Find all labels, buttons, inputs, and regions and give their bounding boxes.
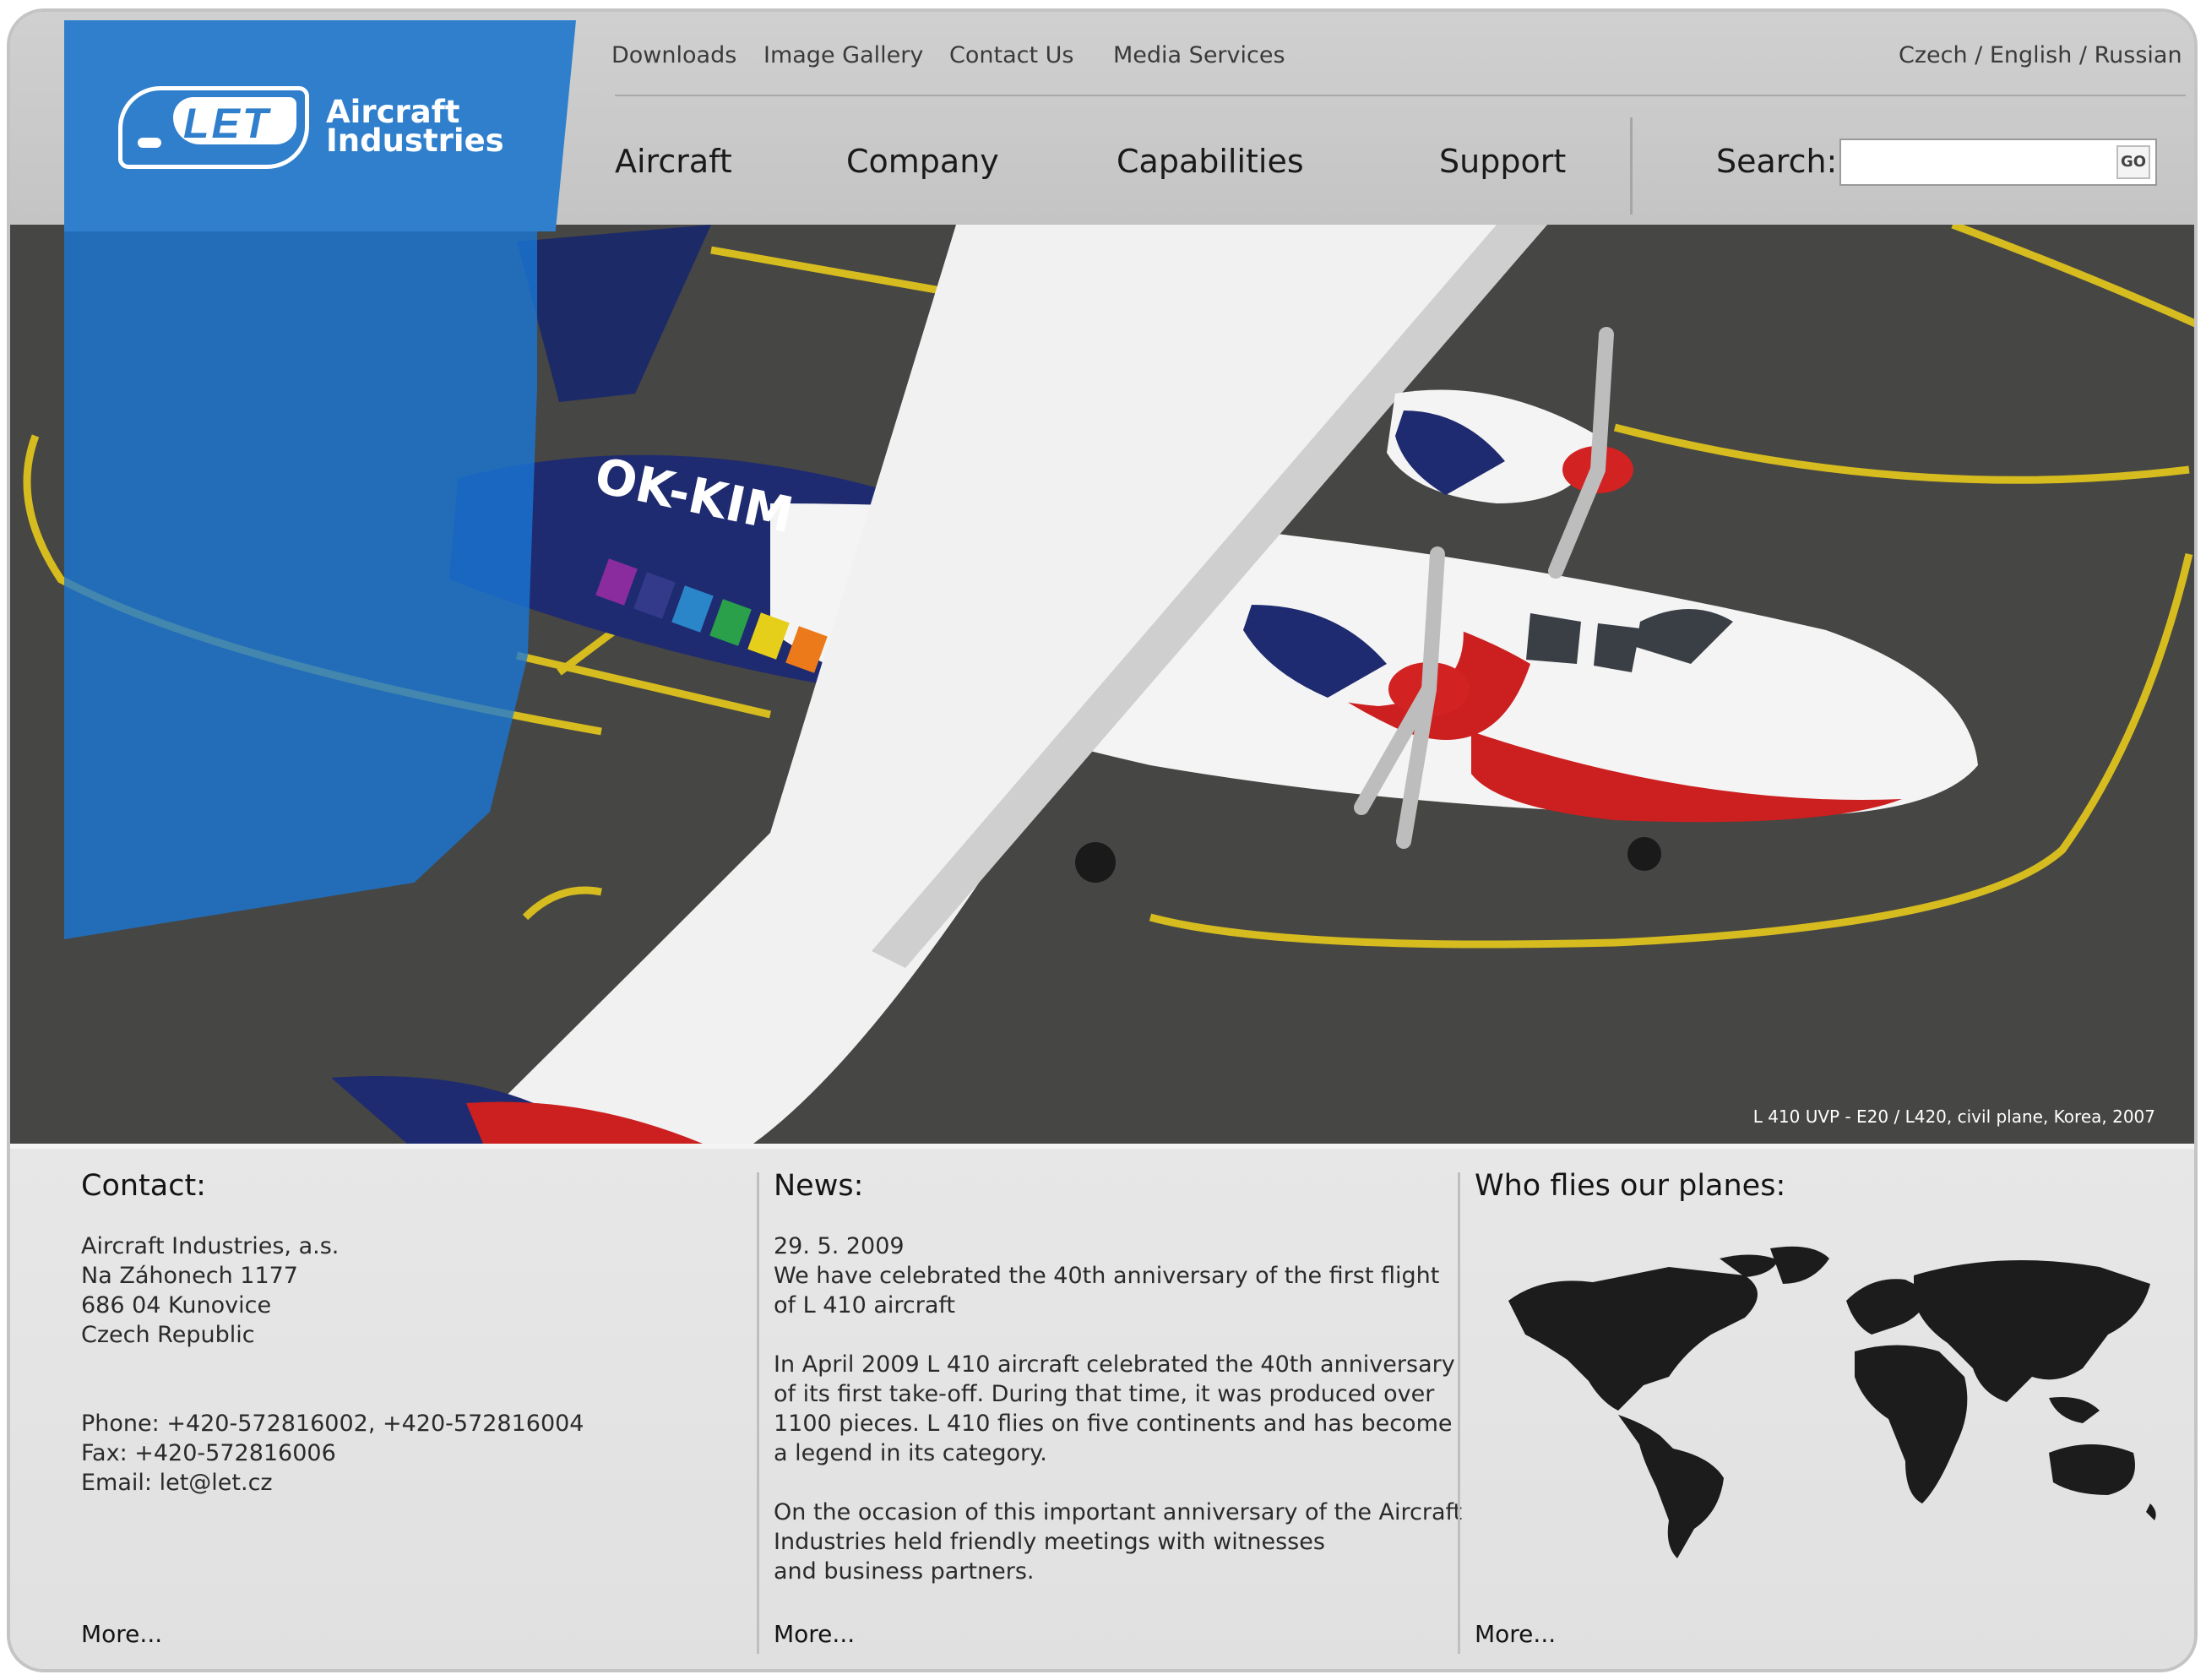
search-box: GO bbox=[1839, 139, 2157, 186]
nav-divider bbox=[1630, 117, 1633, 215]
customers-title: Who flies our planes: bbox=[1475, 1169, 1786, 1203]
news-body-line-7: and business partners. bbox=[774, 1558, 1035, 1585]
news-title: News: bbox=[774, 1169, 864, 1203]
contact-fax: Fax: +420-572816006 bbox=[81, 1440, 336, 1466]
logo-wordmark[interactable]: Aircraft Industries bbox=[326, 96, 504, 159]
customers-column: Who flies our planes: More... bbox=[1475, 1149, 2184, 1669]
downloads-link[interactable]: Downloads bbox=[611, 42, 736, 68]
news-column: News: 29. 5. 2009 We have celebrated the… bbox=[774, 1149, 1462, 1669]
logo-mark-text: LET bbox=[183, 100, 271, 147]
world-map-icon[interactable] bbox=[1491, 1242, 2167, 1563]
news-body-line-4: a legend in its category. bbox=[774, 1440, 1047, 1466]
news-date: 29. 5. 2009 bbox=[774, 1233, 905, 1259]
customers-more-link[interactable]: More... bbox=[1475, 1620, 1556, 1648]
nav-company[interactable]: Company bbox=[846, 143, 999, 180]
nav-capabilities[interactable]: Capabilities bbox=[1117, 143, 1304, 180]
contact-street: Na Záhonech 1177 bbox=[81, 1263, 298, 1289]
footer-section: Contact: Aircraft Industries, a.s. Na Zá… bbox=[10, 1149, 2194, 1669]
contact-us-link[interactable]: Contact Us bbox=[949, 42, 1073, 68]
let-logo-icon[interactable]: LET bbox=[118, 86, 309, 169]
logo-panel-overlay bbox=[64, 231, 537, 939]
news-headline-line-1[interactable]: We have celebrated the 40th anniversary … bbox=[774, 1261, 1439, 1291]
column-divider bbox=[1458, 1172, 1460, 1654]
search-input[interactable] bbox=[1846, 145, 2111, 181]
contact-country: Czech Republic bbox=[81, 1322, 255, 1348]
column-divider bbox=[757, 1172, 759, 1654]
language-switcher[interactable]: Czech / English / Russian bbox=[1899, 42, 2182, 68]
contact-email[interactable]: Email: let@let.cz bbox=[81, 1468, 273, 1498]
news-more-link[interactable]: More... bbox=[774, 1620, 855, 1648]
nav-support[interactable]: Support bbox=[1439, 143, 1566, 180]
contact-phone: Phone: +420-572816002, +420-572816004 bbox=[81, 1411, 584, 1437]
page-frame: Downloads Image Gallery Contact Us Media… bbox=[7, 8, 2198, 1672]
contact-city: 686 04 Kunovice bbox=[81, 1292, 272, 1318]
header-rule bbox=[615, 95, 2186, 96]
news-body-line-3: 1100 pieces. L 410 flies on five contine… bbox=[774, 1411, 1453, 1437]
media-services-link[interactable]: Media Services bbox=[1113, 42, 1285, 68]
contact-title: Contact: bbox=[81, 1169, 206, 1203]
logo-line-2: Industries bbox=[326, 122, 504, 159]
photo-caption: L 410 UVP - E20 / L420, civil plane, Kor… bbox=[1752, 1106, 2155, 1127]
search-go-button[interactable]: GO bbox=[2116, 145, 2150, 179]
contact-column: Contact: Aircraft Industries, a.s. Na Zá… bbox=[81, 1149, 740, 1669]
news-body-line-5: On the occasion of this important annive… bbox=[774, 1499, 1463, 1525]
news-body-line-1: In April 2009 L 410 aircraft celebrated … bbox=[774, 1351, 1455, 1378]
contact-more-link[interactable]: More... bbox=[81, 1620, 162, 1648]
news-body-line-6: Industries held friendly meetings with w… bbox=[774, 1529, 1325, 1555]
news-body-line-2: of its first take-off. During that time,… bbox=[774, 1381, 1435, 1407]
search-label: Search: bbox=[1716, 143, 1838, 180]
image-gallery-link[interactable]: Image Gallery bbox=[763, 42, 923, 68]
news-headline-line-2[interactable]: of L 410 aircraft bbox=[774, 1291, 955, 1320]
contact-company: Aircraft Industries, a.s. bbox=[81, 1233, 340, 1259]
nav-aircraft[interactable]: Aircraft bbox=[615, 143, 732, 180]
logo-panel: LET Aircraft Industries bbox=[64, 20, 576, 939]
